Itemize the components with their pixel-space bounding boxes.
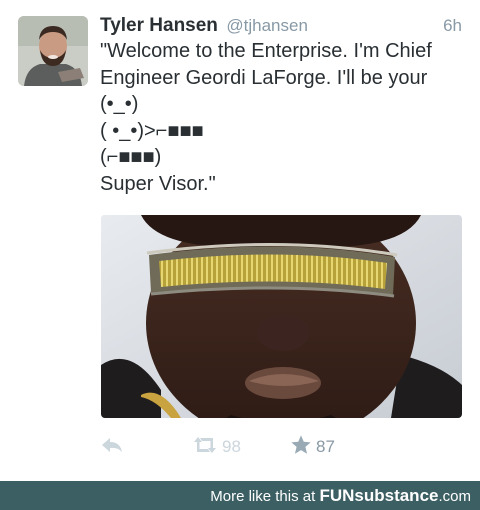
- favorite-count: 87: [316, 437, 335, 456]
- tweet-text-line: ( •_•)>⌐■■■: [100, 119, 204, 142]
- watermark-footer[interactable]: More like this at FUNsubstance.com: [0, 481, 480, 510]
- tweet-text-line: Super Visor.": [100, 172, 216, 195]
- author-name[interactable]: Tyler Hansen: [100, 15, 218, 36]
- tweet-text-line: (⌐■■■): [100, 146, 162, 168]
- retweet-count: 98: [222, 437, 241, 456]
- tweet-text-line: "Welcome to the Enterprise. I'm Chief: [100, 40, 432, 62]
- reply-button[interactable]: [100, 432, 124, 462]
- footer-text: More like this at FUNsubstance.com: [210, 486, 471, 506]
- star-icon: [290, 434, 312, 461]
- author-avatar[interactable]: [18, 16, 88, 86]
- geordi-visor-photo: [101, 215, 462, 418]
- reply-arrow-icon: [100, 436, 124, 459]
- tweet-text-line: (•_•): [100, 93, 139, 115]
- footer-brand: FUNsubstance: [319, 486, 439, 505]
- tweet-text-line: Engineer Geordi LaForge. I'll be your: [100, 66, 428, 89]
- footer-suffix: .com: [438, 488, 471, 505]
- tweet-photo[interactable]: [101, 215, 462, 418]
- favorite-button[interactable]: 87: [290, 432, 335, 462]
- footer-prefix: More like this at: [210, 488, 320, 505]
- avatar-image: [18, 16, 88, 86]
- tweet-text: "Welcome to the Enterprise. I'm Chief En…: [100, 38, 470, 197]
- retweet-button[interactable]: 98: [192, 432, 241, 462]
- author-handle[interactable]: @tjhansen: [226, 16, 308, 35]
- tweet-actions: 98 87: [100, 432, 462, 462]
- tweet-timestamp[interactable]: 6h: [443, 16, 462, 36]
- tweet-header: Tyler Hansen @tjhansen 6h: [100, 15, 462, 39]
- retweet-icon: [192, 436, 218, 459]
